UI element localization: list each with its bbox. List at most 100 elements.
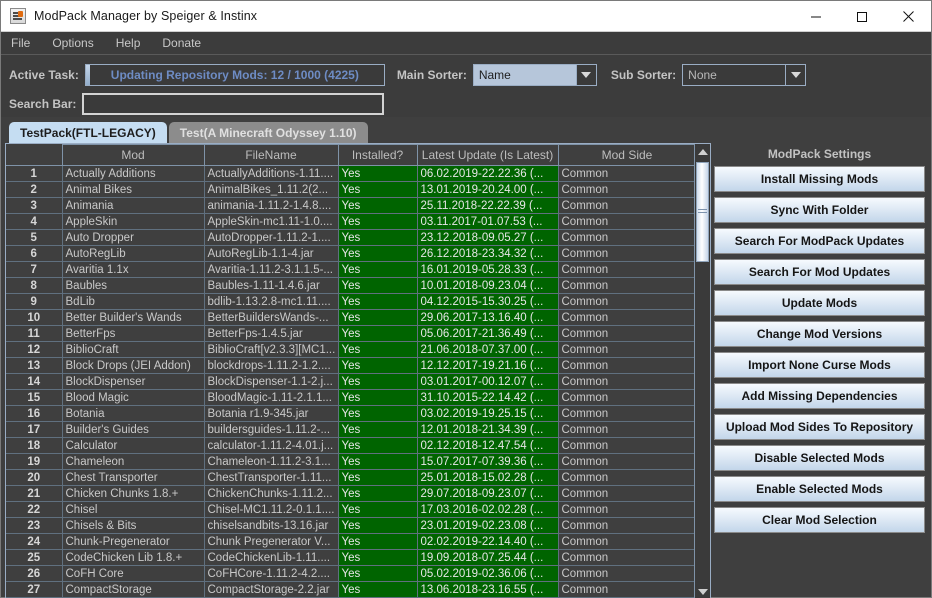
table-row[interactable]: 23 Chisels & Bits chiselsandbits-13.16.jar… — [6, 517, 694, 534]
cell-updated[interactable]: 29.06.2017-13.16.40 (... — [416, 309, 559, 326]
search-input[interactable] — [82, 93, 385, 115]
cell-updated[interactable]: 03.02.2019-19.25.15 (... — [416, 405, 559, 422]
row-index[interactable]: 6 — [6, 245, 63, 262]
cell-mod-side[interactable]: Common — [557, 517, 694, 534]
maximize-button[interactable] — [839, 1, 885, 32]
table-row[interactable]: 26 CoFH Core CoFHCore-1.11.2-4.2.... Yes 05.… — [6, 565, 694, 582]
cell-mod-side[interactable]: Common — [557, 261, 694, 278]
column-header-mod-side[interactable]: Mod Side — [557, 144, 694, 166]
cell-mod[interactable]: Better Builder's Wands — [61, 309, 205, 326]
cell-mod[interactable]: Actually Additions — [61, 165, 205, 182]
cell-installed[interactable]: Yes — [337, 181, 418, 198]
cell-mod-side[interactable]: Common — [557, 581, 694, 598]
cell-mod-side[interactable]: Common — [557, 533, 694, 550]
table-row[interactable]: 4 AppleSkin AppleSkin-mc1.11-1.0.... Yes 03.… — [6, 213, 694, 230]
table-row[interactable]: 27 CompactStorage CompactStorage-2.2.jar Ye… — [6, 581, 694, 598]
cell-mod[interactable]: CoFH Core — [61, 565, 205, 582]
row-index[interactable]: 22 — [6, 501, 63, 518]
cell-filename[interactable]: BlockDispenser-1.1-2.j... — [203, 373, 339, 390]
cell-installed[interactable]: Yes — [337, 437, 418, 454]
cell-mod-side[interactable]: Common — [557, 325, 694, 342]
row-index[interactable]: 8 — [6, 277, 63, 294]
cell-updated[interactable]: 19.09.2018-07.25.44 (... — [416, 549, 559, 566]
scroll-up-button[interactable] — [695, 144, 710, 160]
cell-filename[interactable]: AppleSkin-mc1.11-1.0.... — [203, 213, 339, 230]
cell-installed[interactable]: Yes — [337, 581, 418, 598]
cell-filename[interactable]: BetterBuildersWands-... — [203, 309, 339, 326]
row-index[interactable]: 13 — [6, 357, 63, 374]
cell-mod-side[interactable]: Common — [557, 389, 694, 406]
cell-filename[interactable]: AutoDropper-1.11.2-1.... — [203, 229, 339, 246]
cell-updated[interactable]: 15.07.2017-07.39.36 (... — [416, 453, 559, 470]
row-index[interactable]: 16 — [6, 405, 63, 422]
cell-filename[interactable]: ChickenChunks-1.11.2... — [203, 485, 339, 502]
cell-filename[interactable]: Botania r1.9-345.jar — [203, 405, 339, 422]
column-header-mod[interactable]: Mod — [61, 144, 205, 166]
cell-mod-side[interactable]: Common — [557, 357, 694, 374]
cell-mod-side[interactable]: Common — [557, 485, 694, 502]
cell-mod[interactable]: AppleSkin — [61, 213, 205, 230]
table-row[interactable]: 19 Chameleon Chameleon-1.11.2-3.1... Yes 15.… — [6, 453, 694, 470]
cell-installed[interactable]: Yes — [337, 533, 418, 550]
cell-updated[interactable]: 13.06.2018-23.16.55 (... — [416, 581, 559, 598]
table-row[interactable]: 3 Animania animania-1.11.2-1.4.8.... Yes 25.… — [6, 197, 694, 214]
table-row[interactable]: 13 Block Drops (JEI Addon) blockdrops-1.11… — [6, 357, 694, 374]
cell-mod[interactable]: AutoRegLib — [61, 245, 205, 262]
cell-mod[interactable]: Baubles — [61, 277, 205, 294]
row-index[interactable]: 4 — [6, 213, 63, 230]
cell-filename[interactable]: Chisel-MC1.11.2-0.1.1.... — [203, 501, 339, 518]
cell-filename[interactable]: blockdrops-1.11.2-1.2.... — [203, 357, 339, 374]
cell-updated[interactable]: 21.06.2018-07.37.00 (... — [416, 341, 559, 358]
cell-filename[interactable]: ChestTransporter-1.11... — [203, 469, 339, 486]
cell-installed[interactable]: Yes — [337, 517, 418, 534]
cell-installed[interactable]: Yes — [337, 373, 418, 390]
row-index[interactable]: 3 — [6, 197, 63, 214]
row-index[interactable]: 17 — [6, 421, 63, 438]
cell-updated[interactable]: 23.12.2018-09.05.27 (... — [416, 229, 559, 246]
row-index[interactable]: 9 — [6, 293, 63, 310]
minimize-button[interactable] — [793, 1, 839, 32]
cell-updated[interactable]: 17.03.2016-02.02.28 (... — [416, 501, 559, 518]
cell-updated[interactable]: 26.12.2018-23.34.32 (... — [416, 245, 559, 262]
cell-mod[interactable]: Botania — [61, 405, 205, 422]
table-row[interactable]: 11 BetterFps BetterFps-1.4.5.jar Yes 05.06.2… — [6, 325, 694, 342]
cell-updated[interactable]: 16.01.2019-05.28.33 (... — [416, 261, 559, 278]
cell-mod[interactable]: Animal Bikes — [61, 181, 205, 198]
table-row[interactable]: 15 Blood Magic BloodMagic-1.11-2.1.1... Yes… — [6, 389, 694, 406]
cell-filename[interactable]: CompactStorage-2.2.jar — [203, 581, 339, 598]
cell-mod[interactable]: Calculator — [61, 437, 205, 454]
cell-updated[interactable]: 29.07.2018-09.23.07 (... — [416, 485, 559, 502]
cell-installed[interactable]: Yes — [337, 277, 418, 294]
cell-updated[interactable]: 12.01.2018-21.34.39 (... — [416, 421, 559, 438]
cell-updated[interactable]: 05.06.2017-21.36.49 (... — [416, 325, 559, 342]
row-index[interactable]: 12 — [6, 341, 63, 358]
settings-button-enable-selected-mods[interactable]: Enable Selected Mods — [714, 476, 925, 502]
table-row[interactable]: 1 Actually Additions ActuallyAdditions-1.1… — [6, 165, 694, 182]
table-row[interactable]: 5 Auto Dropper AutoDropper-1.11.2-1.... Yes… — [6, 229, 694, 246]
cell-filename[interactable]: animania-1.11.2-1.4.8.... — [203, 197, 339, 214]
cell-updated[interactable]: 23.01.2019-02.23.08 (... — [416, 517, 559, 534]
cell-mod[interactable]: BlockDispenser — [61, 373, 205, 390]
settings-button-sync-with-folder[interactable]: Sync With Folder — [714, 197, 925, 223]
sub-sorter-dropdown[interactable]: None — [682, 64, 807, 86]
table-row[interactable]: 2 Animal Bikes AnimalBikes_1.11.2(2... Yes 1… — [6, 181, 694, 198]
cell-mod[interactable]: Chest Transporter — [61, 469, 205, 486]
cell-installed[interactable]: Yes — [337, 485, 418, 502]
scrollbar-thumb[interactable] — [696, 162, 709, 262]
tab-test-minecraft-odyssey[interactable]: Test(A Minecraft Odyssey 1.10) — [168, 122, 368, 143]
cell-filename[interactable]: AnimalBikes_1.11.2(2... — [203, 181, 339, 198]
cell-updated[interactable]: 03.01.2017-00.12.07 (... — [416, 373, 559, 390]
cell-mod-side[interactable]: Common — [557, 565, 694, 582]
settings-button-change-mod-versions[interactable]: Change Mod Versions — [714, 321, 925, 347]
cell-installed[interactable]: Yes — [337, 197, 418, 214]
table-row[interactable]: 25 CodeChicken Lib 1.8.+ CodeChickenLib-1.… — [6, 549, 694, 566]
cell-mod[interactable]: Avaritia 1.1x — [61, 261, 205, 278]
cell-filename[interactable]: buildersguides-1.11.2-... — [203, 421, 339, 438]
cell-installed[interactable]: Yes — [337, 229, 418, 246]
row-index[interactable]: 27 — [6, 581, 63, 598]
cell-mod-side[interactable]: Common — [557, 309, 694, 326]
row-index[interactable]: 10 — [6, 309, 63, 326]
scroll-down-button[interactable] — [695, 584, 710, 598]
settings-button-import-none-curse-mods[interactable]: Import None Curse Mods — [714, 352, 925, 378]
cell-mod[interactable]: Blood Magic — [61, 389, 205, 406]
